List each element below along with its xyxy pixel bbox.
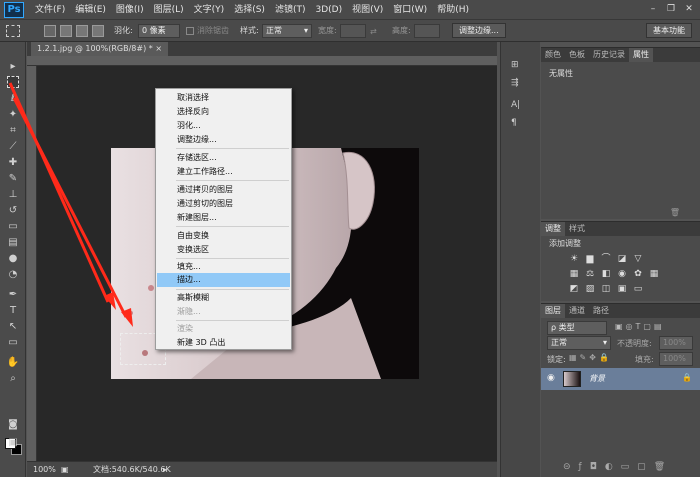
- context-menu: 取消选择 选择反向 羽化... 调整边缘... 存储选区... 建立工作路径..…: [155, 88, 292, 350]
- character-panel-icon[interactable]: A|: [511, 98, 529, 112]
- paragraph-panel-icon[interactable]: ¶: [511, 116, 529, 130]
- menu-item-save-selection[interactable]: 存储选区...: [177, 151, 217, 164]
- menu-separator: [176, 258, 289, 259]
- levels-icon[interactable]: ▆: [585, 254, 595, 264]
- menu-item-free-transform[interactable]: 自由变换: [177, 229, 209, 242]
- menu-item-fade: 渐隐...: [177, 307, 201, 316]
- menu-item-refine-edge[interactable]: 调整边缘...: [177, 133, 217, 146]
- layer-footer-icons[interactable]: ⊝ƒ◘◐▭▢🗑: [563, 462, 673, 472]
- blend-mode-select[interactable]: 正常 ▾: [547, 336, 611, 350]
- tab-adjustments[interactable]: 调整: [541, 222, 565, 236]
- menu-item-layer-via-copy[interactable]: 通过拷贝的图层: [177, 183, 233, 196]
- layers-panel: 图层 通道 路径 ρ 类型 ▣◎T▢▤ 正常 ▾ 不透明度: 100% 锁定: ▦…: [541, 303, 700, 477]
- zoom-level[interactable]: 100%: [33, 462, 56, 477]
- photo-filter-icon[interactable]: ◉: [617, 269, 627, 279]
- lock-label: 锁定:: [547, 355, 566, 364]
- tab-channels[interactable]: 通道: [565, 304, 589, 318]
- layer-kind-filter[interactable]: ρ 类型: [547, 321, 607, 335]
- layer-name[interactable]: 背景: [589, 373, 605, 384]
- eye-icon[interactable]: ◉: [547, 373, 555, 383]
- tab-layers[interactable]: 图层: [541, 304, 565, 318]
- properties-empty-text: 无属性: [549, 69, 573, 78]
- status-bar: 100% ▣ 文档:540.6K/540.6K ▸: [27, 461, 497, 477]
- color-lookup-icon[interactable]: ▦: [649, 269, 659, 279]
- hue-saturation-icon[interactable]: ▦: [569, 269, 579, 279]
- tab-properties[interactable]: 属性: [629, 48, 653, 62]
- adjustments-tabs: 调整 样式: [541, 222, 700, 236]
- menu-item-feather[interactable]: 羽化...: [177, 119, 201, 132]
- properties-panel: 颜色 色板 历史记录 属性 无属性 🗑: [541, 47, 700, 219]
- lock-icon: 🔒: [682, 373, 692, 382]
- tab-paths[interactable]: 路径: [589, 304, 613, 318]
- add-adjustment-title: 添加调整: [549, 239, 581, 248]
- adjustments-panel: 调整 样式 添加调整 ☀ ▆ ⌒ ◪ ▽ ▦ ⚖ ◧ ◉ ✿ ▦ ◩ ▨ ◫ ▣…: [541, 221, 700, 301]
- exposure-icon[interactable]: ◪: [617, 254, 627, 264]
- fill-input[interactable]: 100%: [659, 352, 693, 366]
- properties-tabs: 颜色 色板 历史记录 属性: [541, 48, 700, 62]
- menu-item-layer-via-cut[interactable]: 通过剪切的图层: [177, 197, 233, 210]
- doc-info: 文档:540.6K/540.6K: [93, 465, 171, 474]
- menu-item-gaussian-blur[interactable]: 高斯模糊: [177, 291, 209, 304]
- opacity-input[interactable]: 100%: [659, 336, 693, 350]
- channel-mixer-icon[interactable]: ✿: [633, 269, 643, 279]
- menu-item-inverse[interactable]: 选择反向: [177, 105, 209, 118]
- tab-styles[interactable]: 样式: [565, 222, 589, 236]
- curves-icon[interactable]: ⌒: [601, 254, 611, 264]
- export-icon[interactable]: ▣: [61, 462, 69, 477]
- black-white-icon[interactable]: ◧: [601, 269, 611, 279]
- chevron-down-icon: ▾: [602, 338, 607, 347]
- gradient-map-icon[interactable]: ▭: [633, 284, 643, 294]
- menu-item-render: 渲染: [177, 324, 193, 333]
- menu-item-transform-selection[interactable]: 变换选区: [177, 243, 209, 256]
- brightness-icon[interactable]: ☀: [569, 254, 579, 264]
- menu-separator: [176, 226, 289, 227]
- layers-tabs: 图层 通道 路径: [541, 304, 700, 318]
- tab-color[interactable]: 颜色: [541, 48, 565, 62]
- arrow-line-2: [12, 97, 128, 318]
- status-arrow-icon[interactable]: ▸: [163, 462, 167, 477]
- trash-icon[interactable]: 🗑: [670, 208, 680, 217]
- tab-swatches[interactable]: 色板: [565, 48, 589, 62]
- posterize-icon[interactable]: ▨: [585, 284, 595, 294]
- menu-item-stroke[interactable]: 描边...: [177, 273, 201, 286]
- panel-dock-icons: ⊞ ⇶ A| ¶: [500, 42, 540, 477]
- menu-item-new-3d-extrusion[interactable]: 新建 3D 凸出: [177, 336, 225, 349]
- menu-separator: [176, 289, 289, 290]
- menu-item-make-work-path[interactable]: 建立工作路径...: [177, 165, 233, 178]
- color-balance-icon[interactable]: ⚖: [585, 269, 595, 279]
- fill-label: 填充:: [635, 355, 654, 364]
- menu-item-new-layer[interactable]: 新建图层...: [177, 211, 217, 224]
- layer-row-background[interactable]: ◉ 背景 🔒: [541, 368, 700, 390]
- threshold-icon[interactable]: ◫: [601, 284, 611, 294]
- opacity-label: 不透明度:: [617, 339, 652, 348]
- lock-icons[interactable]: ▦✎✥🔒: [569, 353, 612, 362]
- layer-thumbnail: [563, 371, 581, 387]
- history-panel-icon[interactable]: ⊞: [511, 58, 529, 72]
- selective-color-icon[interactable]: ▣: [617, 284, 627, 294]
- menu-item-fill[interactable]: 填充...: [177, 260, 201, 273]
- menu-item-deselect[interactable]: 取消选择: [177, 91, 209, 104]
- tab-history[interactable]: 历史记录: [589, 48, 629, 62]
- invert-icon[interactable]: ◩: [569, 284, 579, 294]
- menu-separator: [176, 320, 289, 321]
- actions-panel-icon[interactable]: ⇶: [511, 76, 529, 90]
- menu-separator: [176, 180, 289, 181]
- menu-separator: [176, 148, 289, 149]
- vibrance-icon[interactable]: ▽: [633, 254, 643, 264]
- layer-filter-icons[interactable]: ▣◎T▢▤: [615, 322, 665, 331]
